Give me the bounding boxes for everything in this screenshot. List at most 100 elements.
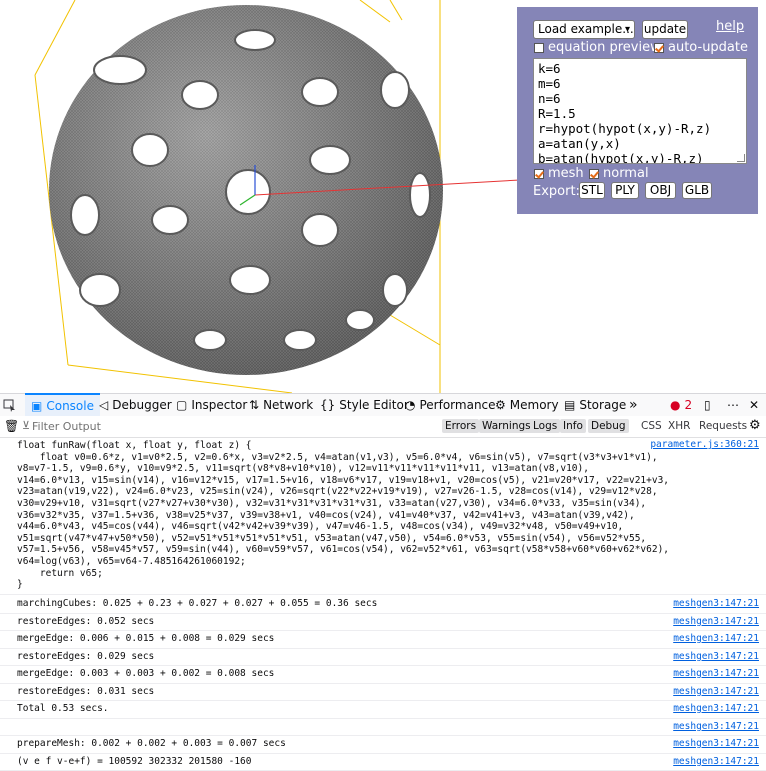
export-glb-button[interactable]: GLB [682,182,712,199]
code-text: float funRaw(float x, float y, float z) … [17,440,669,591]
console-icon: ▣ [31,400,42,412]
export-obj-button[interactable]: OBJ [645,182,676,199]
filter-logs[interactable]: Logs [530,419,560,433]
help-link[interactable]: help [716,19,744,34]
equation-line: a=atan(y,x) [538,136,742,151]
filter-errors[interactable]: Errors [442,419,479,433]
tab-network[interactable]: ⇅ Network [249,394,313,416]
equation-preview-toggle[interactable]: equation preview [534,40,661,55]
filter-debug[interactable]: Debug [588,419,629,433]
tab-label: Performance [419,398,495,412]
settings-gear-icon[interactable]: ⚙ [749,418,761,433]
export-ply-button[interactable]: PLY [611,182,639,199]
memory-icon: ⚙ [495,399,506,411]
console-message: (v e f v-e+f) = 100592 302332 201580 -16… [0,753,766,771]
filter-input[interactable]: Filter Output [32,420,101,433]
equation-line: b=atan(hypot(x,y)-R,z) [538,151,742,164]
filter-css[interactable]: CSS [638,419,665,433]
filter-info[interactable]: Info [560,419,586,433]
error-icon: ● [670,398,680,412]
tab-inspector[interactable]: ▢ Inspector [176,394,247,416]
message-source-link[interactable]: meshgen3:147:21 [673,721,759,732]
tab-style-editor[interactable]: {} Style Editor [320,394,409,416]
trash-icon[interactable]: 🗑 [4,419,19,433]
equation-preview-label: equation preview [548,40,661,55]
code-line: float v0=0.6*z, v1=v0*2.5, v2=0.6*x, v3=… [17,452,669,464]
filter-requests[interactable]: Requests [696,419,750,433]
export-stl-button[interactable]: STL [579,182,605,199]
message-source-link[interactable]: meshgen3:147:21 [673,616,759,627]
message-source-link[interactable]: meshgen3:147:21 [673,703,759,714]
element-picker-icon[interactable] [3,394,19,416]
message-text: restoreEdges: 0.052 secs [17,616,154,627]
message-source-link[interactable]: meshgen3:147:21 [673,651,759,662]
update-button[interactable]: update [642,20,688,39]
tab-debugger[interactable]: ◁ Debugger [99,394,172,416]
message-source-link[interactable]: meshgen3:147:21 [673,738,759,749]
tab-label: Storage [579,398,626,412]
network-icon: ⇅ [249,399,259,411]
code-line: v36=v32*v35, v37=1.5+v36, v38=v25*v37, v… [17,510,669,522]
auto-update-toggle[interactable]: auto-update [654,40,748,55]
auto-update-checkbox[interactable] [654,43,664,53]
console-message: marchingCubes: 0.025 + 0.23 + 0.027 + 0.… [0,595,766,614]
filter-icon: ⊻ [22,419,30,432]
equation-line: n=6 [538,91,742,106]
toroidal-mesh [49,5,443,375]
normal-toggle[interactable]: normal [589,166,649,181]
resize-grip-icon[interactable] [737,154,745,162]
message-source-link[interactable]: meshgen3:147:21 [673,633,759,644]
close-icon[interactable]: ✕ [749,394,759,416]
code-line: v8=v7-1.5, v9=0.6*y, v10=v9*2.5, v11=sqr… [17,463,669,475]
tab-label: Style Editor [339,398,408,412]
tab-label: Console [46,399,94,413]
example-select[interactable]: Load example... ▾ [533,20,635,39]
equation-preview-checkbox[interactable] [534,43,544,53]
control-panel: Load example... ▾ update help equation p… [517,7,758,214]
style-editor-icon: {} [320,399,335,411]
console-message: Total 0.53 secs. meshgen3:147:21 [0,700,766,719]
message-source-link[interactable]: meshgen3:147:21 [673,756,759,767]
dock-icon[interactable]: ▯ [704,394,711,416]
chevron-down-icon: ▾ [625,21,630,38]
message-source-link[interactable]: parameter.js:360:21 [650,439,759,450]
tab-label: Inspector [191,398,247,412]
mesh-toggle[interactable]: mesh [534,166,584,181]
error-count: 2 [684,398,692,412]
console-message: mergeEdge: 0.006 + 0.015 + 0.008 = 0.029… [0,630,766,649]
console-filter-bar: 🗑 ⊻ Filter Output Errors Warnings Logs I… [0,416,766,438]
equation-editor[interactable]: k=6 m=6 n=6 R=1.5 r=hypot(hypot(x,y)-R,z… [533,58,747,164]
tab-console[interactable]: ▣ Console [25,393,100,417]
message-text: Total 0.53 secs. [17,703,109,714]
normal-checkbox[interactable] [589,169,599,179]
equation-line: r=hypot(hypot(x,y)-R,z) [538,121,742,136]
storage-icon: ▤ [564,399,575,411]
message-source-link[interactable]: meshgen3:147:21 [673,668,759,679]
code-line: v64=log(v63), v65=v64-7.485164261060192; [17,556,669,568]
code-line: v51=sqrt(v47*v47+v50*v50), v52=v51*v51*v… [17,533,669,545]
inspector-icon: ▢ [176,399,187,411]
console-message: prepareMesh: 0.002 + 0.002 + 0.003 = 0.0… [0,735,766,754]
message-source-link[interactable]: meshgen3:147:21 [673,598,759,609]
message-source-link[interactable]: meshgen3:147:21 [673,686,759,697]
tab-label: Debugger [112,398,171,412]
message-text: (v e f v-e+f) = 100592 302332 201580 -16… [17,756,252,767]
tab-label: Network [263,398,313,412]
tab-performance[interactable]: ◔ Performance [405,394,496,416]
filter-xhr[interactable]: XHR [665,419,693,433]
code-line: return v65; [17,568,669,580]
mesh-checkbox[interactable] [534,169,544,179]
error-badge[interactable]: ● 2 [670,394,692,416]
export-label: Export: [533,184,580,199]
tab-memory[interactable]: ⚙ Memory [495,394,559,416]
more-options-icon[interactable]: ⋯ [727,394,739,416]
filter-warnings[interactable]: Warnings [479,419,534,433]
performance-icon: ◔ [405,399,415,411]
debugger-icon: ◁ [99,399,108,411]
console-message: meshgen3:147:21 [0,718,766,737]
tab-storage[interactable]: ▤ Storage [564,394,626,416]
console-output: float funRaw(float x, float y, float z) … [0,438,766,768]
more-tabs-icon[interactable]: » [629,394,638,416]
code-line: v44=6.0*v43, v45=cos(v44), v46=sqrt(v42*… [17,521,669,533]
code-line: } [17,579,669,591]
